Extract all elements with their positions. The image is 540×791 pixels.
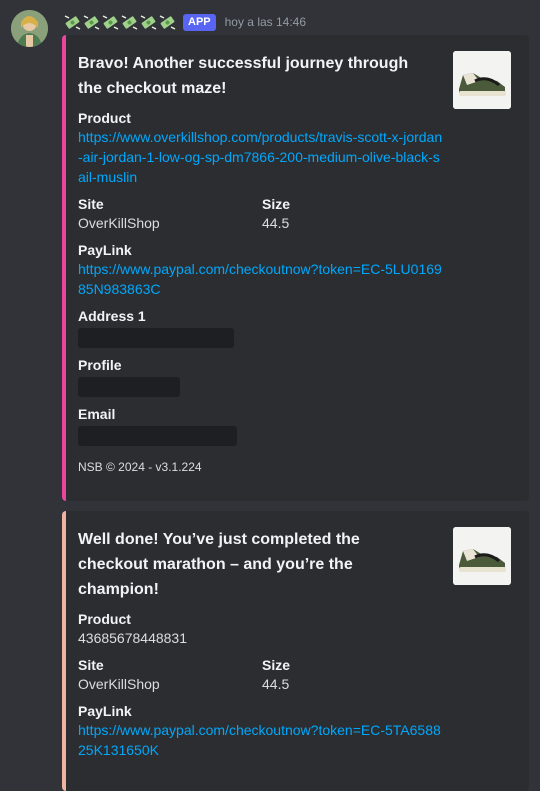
money-with-wings-icon bbox=[64, 14, 81, 31]
product-label: Product bbox=[78, 611, 131, 627]
email-spoiler[interactable] bbox=[78, 426, 237, 446]
site-value: OverKillShop bbox=[78, 215, 160, 231]
bot-name-emojis[interactable] bbox=[64, 14, 176, 31]
checkout-embed-2: Well done! You’ve just completed the che… bbox=[62, 511, 529, 791]
site-value: OverKillShop bbox=[78, 676, 160, 692]
address-label: Address 1 bbox=[78, 308, 146, 324]
size-value: 44.5 bbox=[262, 215, 290, 231]
product-value: 43685678448831 bbox=[78, 630, 188, 646]
size-label: Size bbox=[262, 657, 291, 673]
embed-title: Bravo! Another successful journey throug… bbox=[78, 55, 409, 97]
sneaker-thumbnail[interactable] bbox=[453, 527, 511, 585]
embed-footer: NSB © 2024 - v3.1.224 bbox=[78, 460, 202, 474]
profile-label: Profile bbox=[78, 357, 122, 373]
message-timestamp[interactable]: hoy a las 14:46 bbox=[225, 15, 306, 29]
product-label: Product bbox=[78, 110, 131, 126]
profile-spoiler[interactable] bbox=[78, 377, 180, 397]
paylink-label: PayLink bbox=[78, 703, 132, 719]
paylink-link[interactable]: https://www.paypal.com/checkoutnow?token… bbox=[78, 259, 443, 299]
site-label: Site bbox=[78, 196, 104, 212]
money-with-wings-icon bbox=[102, 14, 119, 31]
money-with-wings-icon bbox=[159, 14, 176, 31]
paylink-label: PayLink bbox=[78, 242, 132, 258]
money-with-wings-icon bbox=[121, 14, 138, 31]
money-with-wings-icon bbox=[83, 14, 100, 31]
size-value: 44.5 bbox=[262, 676, 290, 692]
sneaker-thumbnail[interactable] bbox=[453, 51, 511, 109]
bot-avatar[interactable] bbox=[11, 10, 48, 47]
message-header: APP hoy a las 14:46 bbox=[64, 12, 306, 32]
money-with-wings-icon bbox=[140, 14, 157, 31]
app-badge: APP bbox=[183, 13, 216, 31]
site-label: Site bbox=[78, 657, 104, 673]
email-label: Email bbox=[78, 406, 116, 422]
paylink-link[interactable]: https://www.paypal.com/checkoutnow?token… bbox=[78, 720, 443, 760]
address-spoiler[interactable] bbox=[78, 328, 234, 348]
embed-title: Well done! You’ve just completed the che… bbox=[78, 531, 360, 598]
checkout-embed-1: Bravo! Another successful journey throug… bbox=[62, 35, 529, 501]
size-label: Size bbox=[262, 196, 291, 212]
product-link[interactable]: https://www.overkillshop.com/products/tr… bbox=[78, 127, 443, 187]
